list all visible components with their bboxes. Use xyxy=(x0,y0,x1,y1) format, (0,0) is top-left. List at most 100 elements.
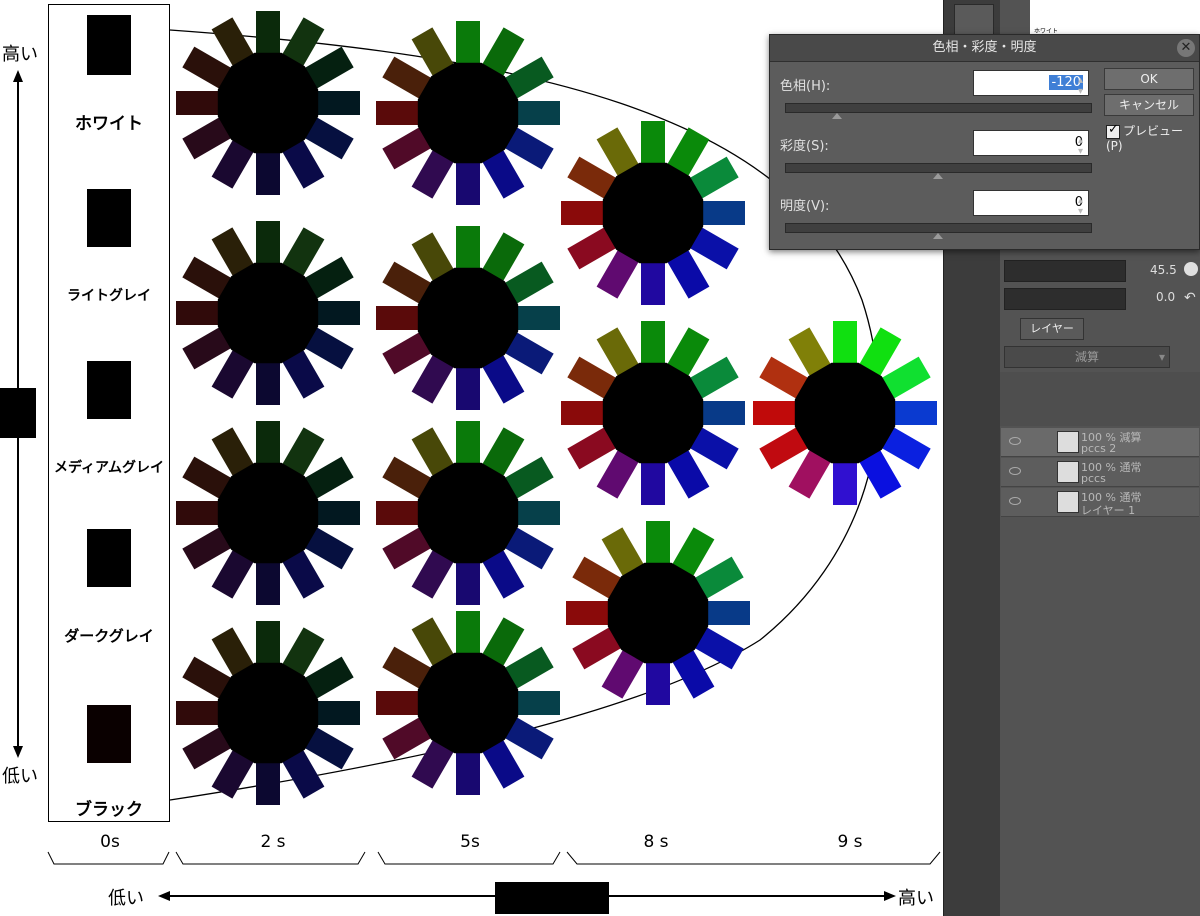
hue-wheel-segment xyxy=(697,401,745,425)
hue-wheel-segment xyxy=(456,21,480,69)
brightness-slider-thumb[interactable] xyxy=(932,233,943,239)
bottom-axis-slider[interactable] xyxy=(495,882,609,914)
close-icon[interactable]: ✕ xyxy=(1177,39,1195,57)
eye-icon[interactable] xyxy=(1009,437,1021,445)
brightness-label: 明度(V): xyxy=(780,199,830,214)
blend-mode-value: 減算 xyxy=(1074,350,1099,364)
pressure-curve-1[interactable] xyxy=(1004,260,1126,282)
gray-label-black: ブラック xyxy=(75,800,143,820)
hue-wheel-center xyxy=(602,162,704,264)
layer-row[interactable]: 100 % 通常 pccs xyxy=(1001,458,1199,487)
hue-wheel-segment xyxy=(702,601,750,625)
layer-line-2: レイヤー 1 xyxy=(1081,504,1136,517)
hue-wheel-segment xyxy=(512,101,560,125)
hue-wheel-segment xyxy=(456,747,480,795)
layer-row[interactable]: 100 % 通常 レイヤー 1 xyxy=(1001,488,1199,517)
hue-input[interactable]: -120 xyxy=(973,70,1089,96)
hue-wheel-segment xyxy=(312,91,360,115)
sat-label-9s: 9 s xyxy=(837,832,863,852)
undo-icon[interactable]: ↶ xyxy=(1184,290,1196,306)
hue-wheel-segment xyxy=(256,147,280,195)
hue-wheel-segment xyxy=(256,221,280,269)
hue-wheel-segment xyxy=(512,691,560,715)
hue-wheel-center xyxy=(217,262,319,364)
hue-wheel-segment xyxy=(641,457,665,505)
hue-wheel-segment xyxy=(376,691,424,715)
gray-swatch-medium xyxy=(87,361,131,419)
tool-button[interactable] xyxy=(954,4,994,36)
layer-thumbnail xyxy=(1057,461,1079,483)
preview-checkbox[interactable]: ✓ プレビュー(P) xyxy=(1106,122,1199,153)
hue-wheel-segment xyxy=(646,657,670,705)
layer-row[interactable]: 100 % 減算 pccs 2 xyxy=(1001,428,1199,457)
hue-wheel-segment xyxy=(641,321,665,369)
value-1: 45.5 xyxy=(1150,263,1177,277)
hue-wheel-segment xyxy=(376,101,424,125)
hue-wheel-segment xyxy=(256,357,280,405)
hue-wheel-segment xyxy=(697,201,745,225)
saturation-input[interactable]: 0 xyxy=(973,130,1089,156)
hsv-dialog: 色相・彩度・明度 ✕ 色相(H): -120 ▴ ▾ 彩度(S): 0 ▴ ▾ 明度… xyxy=(769,34,1200,250)
hue-wheel-segment xyxy=(456,611,480,659)
ok-button[interactable]: OK xyxy=(1104,68,1194,90)
hue-wheel-segment xyxy=(641,121,665,169)
hue-wheel-center xyxy=(607,562,709,664)
hue-wheel-center xyxy=(217,462,319,564)
hue-wheel-segment xyxy=(376,306,424,330)
layer-tab[interactable]: レイヤー xyxy=(1020,318,1084,340)
gray-column: ホワイト ライトグレイ メディアムグレイ ダークグレイ ブラック xyxy=(48,4,170,822)
sat-label-2s: 2 s xyxy=(260,832,286,852)
hue-wheel xyxy=(566,521,750,705)
bottom-axis-right-label: 高い xyxy=(898,888,934,909)
left-axis-slider[interactable] xyxy=(0,388,36,438)
saturation-label: 彩度(S): xyxy=(780,139,829,154)
hue-wheel xyxy=(376,421,560,605)
gray-swatch-black xyxy=(87,705,131,763)
sat-label-0s: 0s xyxy=(100,832,120,852)
hue-wheel-segment xyxy=(753,401,801,425)
gray-label-medium: メディアムグレイ xyxy=(53,460,165,476)
checkmark-icon: ✓ xyxy=(1106,121,1120,139)
hue-wheel-segment xyxy=(312,701,360,725)
hue-wheel-segment xyxy=(561,401,609,425)
hue-wheel xyxy=(176,621,360,805)
hue-wheel-center xyxy=(417,267,519,369)
gray-label-white: ホワイト xyxy=(75,114,143,134)
layer-thumbnail xyxy=(1057,491,1079,513)
hue-wheel xyxy=(376,21,560,205)
hue-slider-thumb[interactable] xyxy=(831,113,842,119)
hue-spinner-icon[interactable]: ▴ ▾ xyxy=(1078,75,1083,97)
hue-wheel-segment xyxy=(176,501,224,525)
brightness-slider[interactable] xyxy=(785,223,1092,233)
hue-wheel-segment xyxy=(512,501,560,525)
hue-wheel-segment xyxy=(456,557,480,605)
eye-icon[interactable] xyxy=(1009,467,1021,475)
hue-wheel-center xyxy=(602,362,704,464)
saturation-spinner-icon[interactable]: ▴ ▾ xyxy=(1078,135,1083,157)
reset-icon[interactable] xyxy=(1184,262,1198,276)
hue-wheel-segment xyxy=(833,321,857,369)
hue-wheel-segment xyxy=(256,11,280,59)
hue-wheel-segment xyxy=(456,421,480,469)
hue-wheel xyxy=(176,11,360,195)
hue-wheel-segment xyxy=(176,91,224,115)
hue-slider[interactable] xyxy=(785,103,1092,113)
brightness-spinner-icon[interactable]: ▴ ▾ xyxy=(1078,195,1083,217)
hue-wheel-segment xyxy=(561,201,609,225)
hue-wheel-segment xyxy=(566,601,614,625)
cancel-button[interactable]: キャンセル xyxy=(1104,94,1194,116)
hue-wheel-center xyxy=(794,362,896,464)
hue-wheel-segment xyxy=(833,457,857,505)
pressure-curve-2[interactable] xyxy=(1004,288,1126,310)
saturation-slider[interactable] xyxy=(785,163,1092,173)
hue-wheel-segment xyxy=(256,557,280,605)
saturation-slider-thumb[interactable] xyxy=(932,173,943,179)
hue-wheel-segment xyxy=(456,226,480,274)
hue-wheel-center xyxy=(217,662,319,764)
layer-thumbnail xyxy=(1057,431,1079,453)
brightness-input[interactable]: 0 xyxy=(973,190,1089,216)
blend-mode-select[interactable]: 減算 ▾ xyxy=(1004,346,1170,368)
hue-wheel-segment xyxy=(646,521,670,569)
hue-wheel-center xyxy=(217,52,319,154)
eye-icon[interactable] xyxy=(1009,497,1021,505)
